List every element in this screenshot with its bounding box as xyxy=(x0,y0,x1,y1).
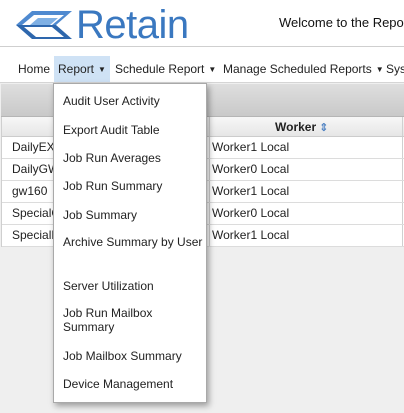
menu-item-job-summary[interactable]: Job Summary xyxy=(63,208,203,222)
sort-icon: ⇕ xyxy=(319,122,329,134)
nav-manage-scheduled-reports[interactable]: Manage Scheduled Reports ▼ xyxy=(223,56,384,82)
column-divider xyxy=(402,181,403,202)
worker-cell: Worker0 Local xyxy=(212,162,290,176)
menu-item-server-utilization[interactable]: Server Utilization xyxy=(63,279,203,293)
column-divider xyxy=(209,225,210,246)
column-divider xyxy=(209,159,210,180)
welcome-text: Welcome to the Reporti xyxy=(279,15,404,30)
menu-item-job-run-averages[interactable]: Job Run Averages xyxy=(63,151,203,165)
column-divider xyxy=(402,117,403,136)
nav-system-label: Sys xyxy=(386,62,404,76)
retain-logo-icon xyxy=(16,11,72,39)
chevron-down-icon: ▼ xyxy=(98,65,106,74)
worker-cell: Worker1 Local xyxy=(212,184,290,198)
nav-system[interactable]: Sys xyxy=(386,56,404,82)
column-divider xyxy=(209,117,210,136)
nav-home-label: Home xyxy=(18,62,51,76)
menu-item-archive-summary-by-user[interactable]: Archive Summary by User xyxy=(63,235,203,249)
worker-column-label: Worker xyxy=(275,120,317,134)
column-divider xyxy=(209,181,210,202)
menu-item-job-run-summary[interactable]: Job Run Summary xyxy=(63,179,203,193)
worker-cell: Worker0 Local xyxy=(212,206,290,220)
worker-column-header[interactable]: Worker ⇕ xyxy=(275,120,328,134)
nav-schedule-report[interactable]: Schedule Report ▼ xyxy=(115,56,216,82)
menu-item-export-audit-table[interactable]: Export Audit Table xyxy=(63,123,203,137)
chevron-down-icon: ▼ xyxy=(208,65,217,74)
column-divider xyxy=(402,225,403,246)
nav-schedule-report-label: Schedule Report xyxy=(115,62,205,76)
main-nav: Home Report ▼ Schedule Report ▼ Manage Sch… xyxy=(0,56,404,82)
column-divider xyxy=(209,203,210,224)
report-dropdown-menu: Audit User Activity Export Audit Table J… xyxy=(53,83,207,403)
nav-report-label: Report xyxy=(58,62,95,76)
menu-item-device-management[interactable]: Device Management xyxy=(63,377,203,391)
column-divider xyxy=(402,137,403,158)
app-header: Retain Welcome to the Reporti xyxy=(0,0,404,52)
nav-home[interactable]: Home xyxy=(18,56,50,82)
header-divider xyxy=(0,46,404,47)
column-divider xyxy=(402,159,403,180)
chevron-down-icon: ▼ xyxy=(375,65,384,74)
worker-cell: Worker1 Local xyxy=(212,140,290,154)
menu-item-audit-user-activity[interactable]: Audit User Activity xyxy=(63,94,203,108)
column-divider xyxy=(209,137,210,158)
column-divider xyxy=(402,203,403,224)
nav-manage-scheduled-reports-label: Manage Scheduled Reports xyxy=(223,62,372,76)
nav-report[interactable]: Report ▼ xyxy=(54,56,110,82)
worker-cell: Worker1 Local xyxy=(212,228,290,242)
logo-text: Retain xyxy=(76,3,189,47)
menu-item-job-mailbox-summary[interactable]: Job Mailbox Summary xyxy=(63,349,203,363)
menu-item-job-run-mailbox-summary[interactable]: Job Run Mailbox Summary xyxy=(63,306,203,334)
